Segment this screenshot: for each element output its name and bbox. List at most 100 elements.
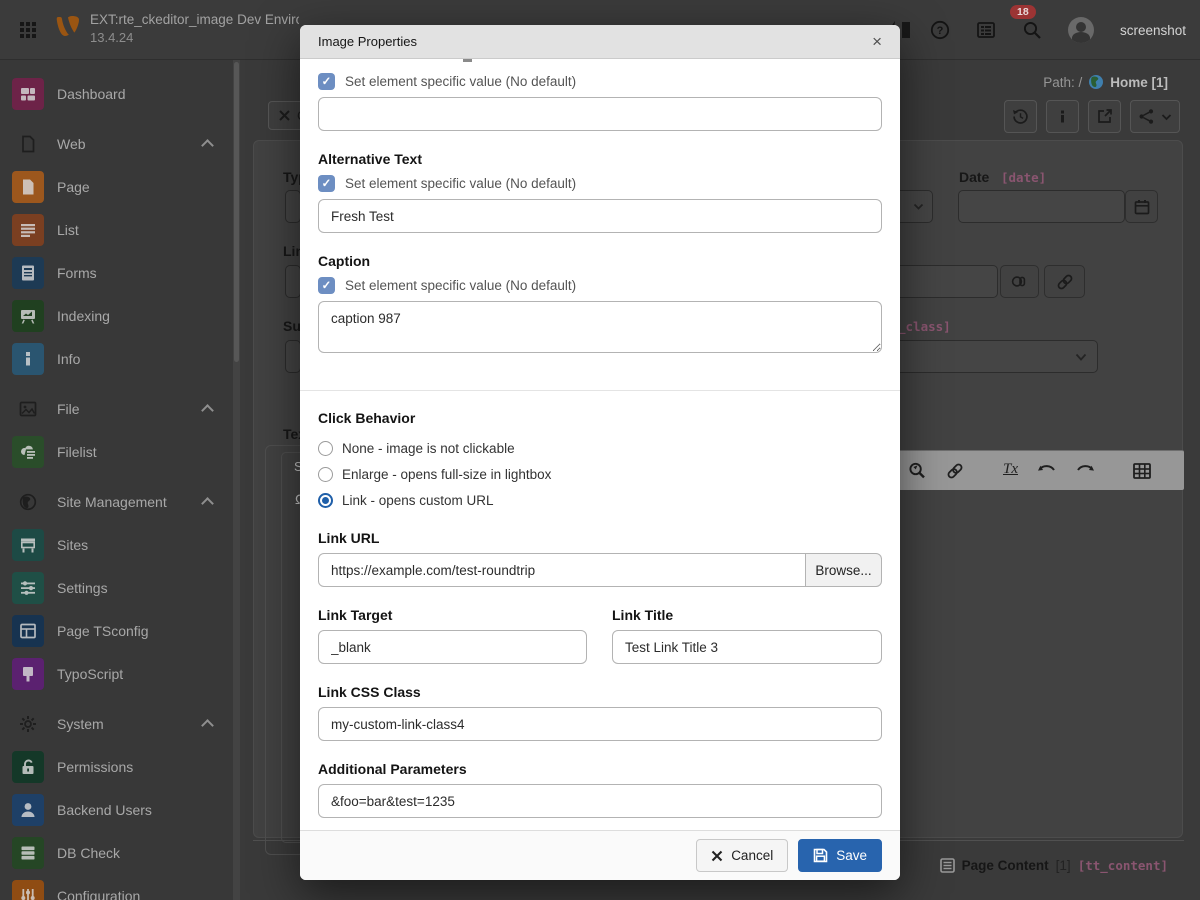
modal-header: Image Properties ×: [300, 25, 900, 59]
forms-module-icon: [12, 257, 44, 289]
chevron-up-icon[interactable]: [201, 719, 214, 732]
cancel-button[interactable]: Cancel: [696, 839, 788, 872]
sidebar-item-indexing[interactable]: Indexing: [0, 294, 240, 337]
radio-option-0[interactable]: None - image is not clickable: [318, 440, 882, 456]
link-input-fragment[interactable]: [285, 265, 301, 298]
modal-close-icon[interactable]: ×: [872, 33, 882, 50]
sidebar-item-label: TypoScript: [57, 666, 123, 682]
history-button[interactable]: [1004, 100, 1037, 133]
link-icon[interactable]: [945, 461, 965, 481]
sidebar-item-sites[interactable]: Sites: [0, 523, 240, 566]
alternative-text-label: Alternative Text: [318, 151, 882, 167]
checkbox-checked-icon[interactable]: ✓: [318, 73, 335, 90]
sidebar-item-configuration[interactable]: Configuration: [0, 874, 240, 900]
sidebar-item-db-check[interactable]: DB Check: [0, 831, 240, 874]
link-url-input[interactable]: [318, 553, 806, 587]
sidebar-item-info[interactable]: Info: [0, 337, 240, 380]
file-icon: [19, 400, 37, 418]
sidebar-section-web[interactable]: Web: [0, 122, 240, 165]
modal-title: Image Properties: [318, 34, 417, 49]
caption-label: Caption: [318, 253, 882, 269]
checkbox-label: Set element specific value (No default): [345, 74, 576, 89]
sidebar-item-permissions[interactable]: Permissions: [0, 745, 240, 788]
sidebar-item-page[interactable]: Page: [0, 165, 240, 208]
radio-unselected-icon[interactable]: [318, 467, 333, 482]
class-field-tag-fragment: _class]: [898, 319, 951, 334]
alternative-text-input[interactable]: [318, 199, 882, 233]
sidebar-item-label: Indexing: [57, 308, 110, 324]
chevron-up-icon[interactable]: [201, 404, 214, 417]
additional-parameters-input[interactable]: [318, 784, 882, 818]
title-input[interactable]: [318, 97, 882, 131]
page-reference: Home [1]: [1110, 75, 1168, 90]
typo3-logo: [56, 16, 80, 49]
info-button[interactable]: [1046, 100, 1079, 133]
radio-option-label: Enlarge - opens full-size in lightbox: [342, 467, 551, 482]
users-module-icon: [12, 794, 44, 826]
modules-grid-icon[interactable]: [20, 22, 37, 39]
info-module-icon: [12, 343, 44, 375]
config-module-icon: [12, 880, 44, 900]
indexing-module-icon: [12, 300, 44, 332]
checkbox-checked-icon[interactable]: ✓: [318, 277, 335, 294]
sidebar-item-settings[interactable]: Settings: [0, 566, 240, 609]
caption-override-checkbox-row[interactable]: ✓ Set element specific value (No default…: [318, 276, 882, 294]
sidebar-item-typoscript[interactable]: TypoScript: [0, 652, 240, 695]
sidebar-item-label: Settings: [57, 580, 108, 596]
subheader-input-fragment[interactable]: [285, 340, 301, 373]
radio-selected-icon[interactable]: [318, 493, 333, 508]
radio-option-1[interactable]: Enlarge - opens full-size in lightbox: [318, 466, 882, 482]
table-icon[interactable]: [1132, 461, 1152, 481]
type-select-fragment[interactable]: D: [285, 190, 301, 223]
browse-button[interactable]: Browse...: [806, 553, 882, 587]
sidebar-item-label: Page TSconfig: [57, 623, 149, 639]
chevron-up-icon[interactable]: [201, 139, 214, 152]
close-icon: [711, 850, 723, 862]
caption-textarea[interactable]: caption 987: [318, 301, 882, 353]
sidebar-item-label: Info: [57, 351, 80, 367]
sidebar-item-backend-users[interactable]: Backend Users: [0, 788, 240, 831]
link-css-class-input[interactable]: [318, 707, 882, 741]
sidebar-item-list[interactable]: List: [0, 208, 240, 251]
sidebar-item-page-tsconfig[interactable]: Page TSconfig: [0, 609, 240, 652]
radio-option-2[interactable]: Link - opens custom URL: [318, 492, 882, 508]
insert-record-button[interactable]: [1000, 265, 1039, 298]
link-browser-button[interactable]: [1044, 265, 1085, 298]
undo-icon[interactable]: [1036, 461, 1056, 481]
sites-module-icon: [12, 529, 44, 561]
bookmark-icon[interactable]: [902, 22, 910, 38]
sidebar-section-file[interactable]: File: [0, 387, 240, 430]
alt-override-checkbox-row[interactable]: ✓ Set element specific value (No default…: [318, 174, 882, 192]
radio-unselected-icon[interactable]: [318, 441, 333, 456]
modal-footer: Cancel Save: [300, 830, 900, 880]
calendar-button[interactable]: [1125, 190, 1158, 223]
save-button[interactable]: Save: [798, 839, 882, 872]
open-in-new-window-button[interactable]: [1088, 100, 1121, 133]
link-title-input[interactable]: [612, 630, 882, 664]
share-button[interactable]: [1130, 100, 1180, 133]
content-element-icon: [940, 858, 955, 873]
sidebar-item-filelist[interactable]: Filelist: [0, 430, 240, 473]
sidebar-section-system[interactable]: System: [0, 702, 240, 745]
redo-icon[interactable]: [1074, 461, 1094, 481]
link-target-input[interactable]: [318, 630, 587, 664]
sidebar-item-label: Backend Users: [57, 802, 152, 818]
sidebar-item-label: Permissions: [57, 759, 133, 775]
dashboard-module-icon: [12, 78, 44, 110]
checkbox-checked-icon[interactable]: ✓: [318, 175, 335, 192]
sidebar-item-forms[interactable]: Forms: [0, 251, 240, 294]
sidebar-section-site-management[interactable]: Site Management: [0, 480, 240, 523]
find-replace-icon[interactable]: [907, 461, 927, 481]
docheader-buttons: [1004, 100, 1180, 133]
user-avatar[interactable]: [1068, 17, 1094, 43]
search-icon[interactable]: [1022, 20, 1042, 40]
title-override-checkbox-row[interactable]: ✓ Set element specific value (No default…: [318, 72, 882, 90]
chevron-up-icon[interactable]: [201, 497, 214, 510]
systeminfo-list-icon[interactable]: [976, 20, 996, 40]
help-icon[interactable]: ?: [930, 20, 950, 40]
sidebar-item-dashboard[interactable]: Dashboard: [0, 72, 240, 115]
remove-format-icon[interactable]: Tx: [1003, 461, 1018, 481]
environment-title: EXT:rte_ckeditor_image Dev Environment 1…: [90, 12, 299, 45]
date-input[interactable]: [958, 190, 1125, 223]
notification-badge: 18: [1010, 5, 1036, 19]
